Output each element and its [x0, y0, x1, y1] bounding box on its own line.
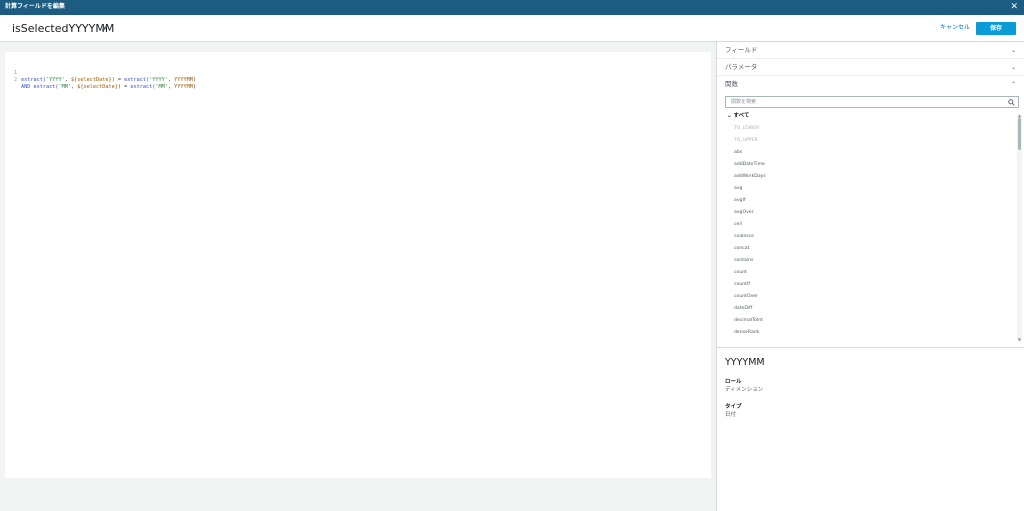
- function-search-input[interactable]: 関数を検索: [725, 96, 1019, 108]
- function-item[interactable]: denseRank: [734, 327, 1004, 339]
- function-item[interactable]: countOver: [734, 291, 1004, 303]
- function-item[interactable]: countIf: [734, 279, 1004, 291]
- code-text[interactable]: extract('YYYY', ${selectDate}) = extract…: [21, 77, 196, 84]
- code-token: ${selectDate}: [71, 77, 112, 83]
- search-icon[interactable]: [1008, 99, 1015, 106]
- function-item[interactable]: addWorkDays: [734, 171, 1004, 183]
- code-token: extract(: [21, 77, 46, 83]
- type-value: 日付: [725, 412, 737, 418]
- chevron-up-icon: ⌃: [1010, 81, 1016, 88]
- scrollbar[interactable]: ▲ ▼: [1017, 114, 1022, 342]
- search-placeholder: 関数を検索: [731, 99, 757, 105]
- close-icon[interactable]: ✕: [1010, 1, 1018, 13]
- code-token: YYYYMM: [174, 84, 193, 90]
- tree-all-toggle[interactable]: ⌄ すべて: [727, 112, 749, 120]
- scrollbar-thumb[interactable]: [1018, 118, 1021, 150]
- code-token: 'YYYY': [149, 77, 168, 83]
- code-token: 'YYYY': [46, 77, 65, 83]
- function-item[interactable]: TO_UPPER: [734, 135, 1004, 147]
- code-token: extract(: [124, 77, 150, 83]
- function-item[interactable]: addDateTime: [734, 159, 1004, 171]
- line-number: 2: [14, 77, 18, 83]
- section-parameters[interactable]: パラメータ ⌄: [717, 59, 1024, 76]
- code-token: ${selectDate}: [77, 84, 118, 90]
- role-label: ロール: [725, 379, 742, 385]
- title-bar: 計算フィールドを編集 ✕: [0, 0, 1024, 15]
- code-token: ): [192, 77, 196, 83]
- function-detail: YYYYMM ロール ディメンション タイプ 日付: [717, 347, 1024, 511]
- function-item[interactable]: count: [734, 267, 1004, 279]
- right-panel: フィールド ⌄ パラメータ ⌄ 関数 ⌃ 関数を検索 ⌄ すべて TO_LOWE…: [717, 42, 1024, 511]
- function-item[interactable]: concat: [734, 243, 1004, 255]
- code-token: ) =: [111, 77, 125, 83]
- scroll-down-icon[interactable]: ▼: [1017, 338, 1022, 342]
- function-item[interactable]: contains: [734, 255, 1004, 267]
- function-item[interactable]: ceil: [734, 219, 1004, 231]
- code-line[interactable]: 2 AND extract('MM', ${selectDate}) = ext…: [5, 70, 196, 98]
- function-item[interactable]: abs: [734, 147, 1004, 159]
- chevron-down-icon: ⌄: [1010, 47, 1016, 54]
- code-text[interactable]: AND extract('MM', ${selectDate}) = extra…: [21, 84, 196, 91]
- code-token: AND: [21, 84, 34, 90]
- window-title: 計算フィールドを編集: [5, 3, 65, 10]
- function-item[interactable]: avgOver: [734, 207, 1004, 219]
- code-token: extract(: [130, 84, 156, 90]
- header-bar: isSelectedYYYYMM キャンセル 保存: [0, 15, 1024, 42]
- code-token: ) =: [117, 84, 131, 90]
- function-item[interactable]: TO_LOWER: [734, 123, 1004, 135]
- chevron-down-icon: ⌄: [1010, 64, 1016, 71]
- section-label: パラメータ: [725, 63, 758, 71]
- tree-all-label: すべて: [733, 113, 750, 119]
- function-item[interactable]: coalesce: [734, 231, 1004, 243]
- function-list: TO_LOWER TO_UPPER abs addDateTime addWorkDay…: [734, 123, 1004, 339]
- section-label: 関数: [725, 80, 738, 88]
- role-value: ディメンション: [725, 387, 764, 393]
- formula-editor[interactable]: 1 extract('YYYY', ${selectDate}) = extra…: [5, 52, 711, 478]
- function-item[interactable]: avgIf: [734, 195, 1004, 207]
- pencil-icon[interactable]: [101, 24, 109, 32]
- function-item[interactable]: decimalToInt: [734, 315, 1004, 327]
- code-token: extract(: [33, 84, 59, 90]
- save-button[interactable]: 保存: [976, 22, 1016, 35]
- function-item[interactable]: avg: [734, 183, 1004, 195]
- section-label: フィールド: [725, 46, 758, 54]
- selected-field-name: YYYYMM: [725, 357, 765, 368]
- cancel-button[interactable]: キャンセル: [940, 23, 970, 33]
- code-token: 'MM': [58, 84, 72, 90]
- section-functions[interactable]: 関数 ⌃: [717, 76, 1024, 93]
- code-token: 'MM': [155, 84, 168, 90]
- type-label: タイプ: [725, 404, 742, 410]
- function-item[interactable]: dateDiff: [734, 303, 1004, 315]
- code-token: YYYYMM: [174, 77, 193, 83]
- field-name-title: isSelectedYYYYMM: [12, 22, 115, 35]
- section-fields[interactable]: フィールド ⌄: [717, 42, 1024, 59]
- code-token: ): [192, 84, 196, 90]
